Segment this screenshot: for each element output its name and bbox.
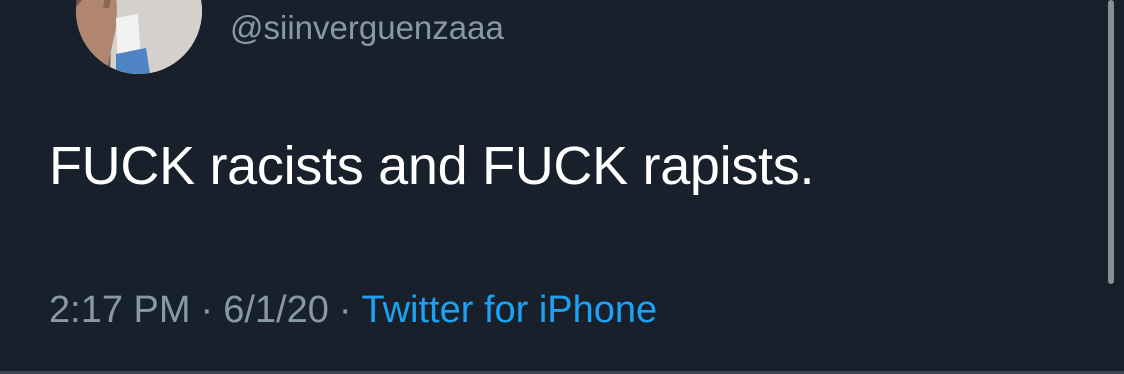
avatar-photo: [76, 0, 202, 74]
scrollbar[interactable]: [1108, 0, 1114, 284]
meta-separator: ·: [200, 289, 214, 331]
avatar[interactable]: [76, 0, 202, 74]
tweet-meta: 2:17 PM · 6/1/20 · Twitter for iPhone: [49, 287, 657, 333]
tweet-text: FUCK racists and FUCK rapists.: [49, 136, 815, 196]
tweet-date[interactable]: 6/1/20: [223, 289, 329, 331]
user-handle[interactable]: @siinverguenzaaa: [230, 8, 504, 48]
tweet-detail: @siinverguenzaaa FUCK racists and FUCK r…: [0, 0, 1124, 374]
tweet-time[interactable]: 2:17 PM: [49, 289, 191, 331]
meta-separator: ·: [338, 289, 352, 331]
tweet-source-link[interactable]: Twitter for iPhone: [362, 289, 658, 331]
